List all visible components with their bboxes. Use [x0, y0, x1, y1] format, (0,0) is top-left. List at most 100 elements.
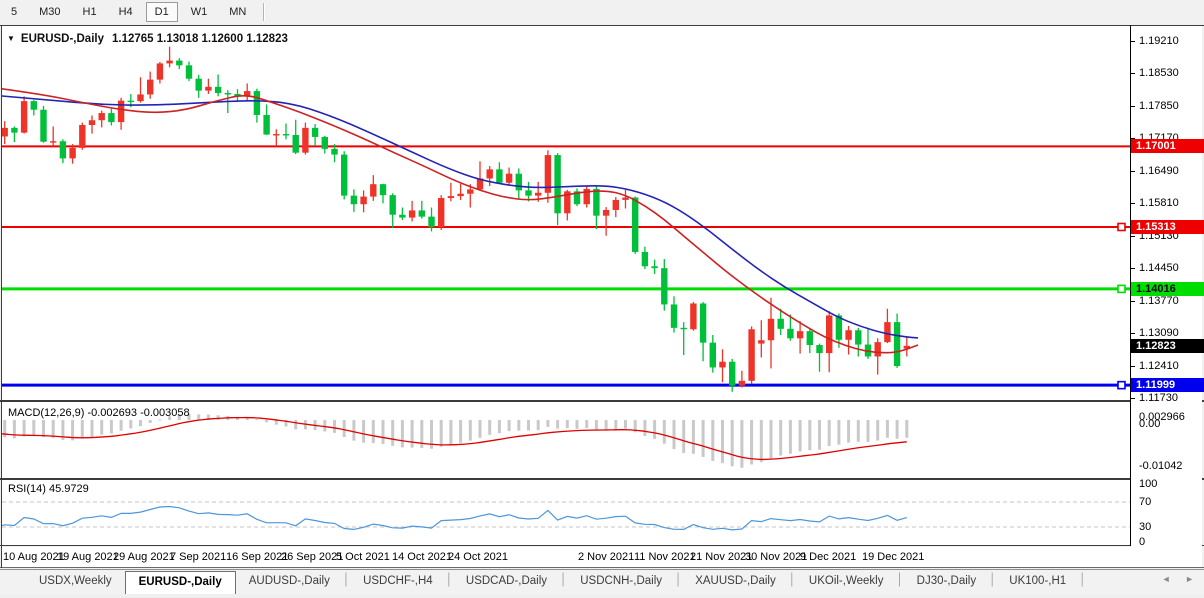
time-axis-label: 19 Aug 2021	[57, 551, 119, 563]
macd-histogram-bar	[711, 420, 714, 461]
tab-scroll-arrows: ◄ ►	[1150, 574, 1194, 584]
window-bottom-strip	[0, 594, 1204, 598]
candle-body	[487, 169, 493, 178]
macd-histogram-bar	[857, 420, 860, 442]
macd-histogram-bar	[323, 420, 326, 432]
candle-body	[467, 189, 473, 193]
timeframe-button-w1[interactable]: W1	[182, 2, 217, 22]
candle-body	[748, 329, 754, 381]
candle-body	[894, 322, 900, 366]
price-axis-tick	[1131, 268, 1135, 269]
candle-body	[312, 128, 318, 137]
tab-usdx-weekly[interactable]: USDX,Weekly	[26, 570, 125, 594]
macd-histogram-bar	[837, 420, 840, 445]
tab-uk100-h1[interactable]: UK100-,H1	[996, 570, 1079, 594]
price-axis-label: 1.18530	[1139, 67, 1179, 79]
tab-divider: │	[896, 570, 903, 594]
macd-histogram-bar	[740, 420, 743, 468]
candle-body	[419, 210, 425, 216]
rsi-canvas[interactable]	[2, 480, 1130, 545]
macd-histogram-bar	[100, 420, 103, 435]
tab-usdchf-h4[interactable]: USDCHF-,H4	[350, 570, 446, 594]
candle-body	[875, 342, 881, 356]
main-chart-canvas[interactable]	[2, 26, 1130, 400]
candle-body	[535, 193, 541, 196]
tab-usdcad-daily[interactable]: USDCAD-,Daily	[453, 570, 560, 594]
macd-histogram-bar	[23, 420, 26, 437]
level-line-handle[interactable]	[1118, 285, 1125, 292]
chart-title: ▼EURUSD-,Daily1.12765 1.13018 1.12600 1.…	[7, 33, 288, 45]
tabs-scroll-left-icon[interactable]: ◄	[1162, 574, 1171, 584]
tab-xauusd-daily[interactable]: XAUUSD-,Daily	[682, 570, 789, 594]
candle-body	[651, 266, 657, 268]
tab-divider: │	[989, 570, 996, 594]
macd-histogram-bar	[546, 420, 549, 427]
timeframe-button-h4[interactable]: H4	[110, 2, 142, 22]
candle-body	[797, 331, 803, 338]
macd-histogram-bar	[595, 420, 598, 429]
macd-histogram-bar	[808, 420, 811, 450]
level-line-handle[interactable]	[1118, 223, 1125, 230]
macd-histogram-bar	[905, 420, 908, 438]
macd-histogram-bar	[129, 420, 132, 428]
macd-histogram-bar	[343, 420, 346, 437]
candle-body	[176, 61, 182, 66]
macd-histogram-bar	[779, 420, 782, 456]
level-line-handle[interactable]	[1118, 382, 1125, 389]
macd-histogram-bar	[876, 420, 879, 441]
candle-body	[438, 198, 444, 227]
timeframe-button-5[interactable]: 5	[2, 2, 26, 22]
candle-body	[40, 110, 46, 142]
macd-histogram-bar	[13, 420, 16, 438]
candle-body	[60, 141, 66, 158]
mt4-window: 5M30H1H4D1W1MN ▼EURUSD-,Daily1.12765 1.1…	[0, 0, 1204, 598]
time-axis-label: 7 Sep 2021	[170, 551, 226, 563]
candle-body	[525, 190, 531, 195]
candle-body	[79, 125, 85, 148]
macd-histogram-bar	[401, 420, 404, 447]
price-tag-1.12823: 1.12823	[1131, 339, 1204, 353]
macd-histogram-bar	[789, 420, 792, 454]
time-axis-label: 26 Sep 2021	[281, 551, 343, 563]
chart-collapse-icon[interactable]: ▼	[7, 34, 15, 43]
macd-histogram-bar	[527, 420, 530, 431]
candle-body	[768, 319, 774, 340]
candle-body	[273, 134, 279, 135]
macd-histogram-bar	[382, 420, 385, 444]
time-axis-label: 10 Aug 2021	[3, 551, 65, 563]
timeframe-button-d1[interactable]: D1	[146, 2, 178, 22]
macd-histogram-bar	[847, 420, 850, 443]
toolbar-separator	[263, 3, 265, 21]
tab-divider: │	[675, 570, 682, 594]
tab-divider: │	[343, 570, 350, 594]
price-axis-label: 1.13090	[1139, 327, 1179, 339]
timeframe-buttons: 5M30H1H4D1W1MN	[0, 2, 257, 22]
tab-dj30-daily[interactable]: DJ30-,Daily	[904, 570, 989, 594]
tab-eurusd-daily[interactable]: EURUSD-,Daily	[125, 571, 236, 594]
macd-histogram-bar	[556, 420, 559, 429]
candle-body	[457, 194, 463, 196]
price-axis-label: 1.11730	[1139, 392, 1178, 404]
candle-body	[448, 196, 454, 198]
macd-histogram-bar	[799, 420, 802, 451]
tabs-scroll-right-icon[interactable]: ►	[1185, 574, 1194, 584]
tab-audusd-daily[interactable]: AUDUSD-,Daily	[236, 570, 343, 594]
candle-body	[739, 381, 745, 386]
indicator-axis-label: 0.00	[1139, 418, 1160, 430]
macd-histogram-bar	[721, 420, 724, 463]
macd-histogram-bar	[333, 420, 336, 433]
candle-body	[108, 113, 114, 122]
timeframe-button-m30[interactable]: M30	[30, 2, 69, 22]
candle-body	[816, 345, 822, 353]
timeframe-button-h1[interactable]: H1	[74, 2, 106, 22]
tab-ukoil-weekly[interactable]: UKOil-,Weekly	[796, 570, 897, 594]
price-axis-label: 1.16490	[1139, 165, 1179, 177]
timeframe-button-mn[interactable]: MN	[220, 2, 255, 22]
tab-usdcnh-daily[interactable]: USDCNH-,Daily	[567, 570, 675, 594]
candle-body	[681, 328, 687, 329]
indicator-axis-label: 70	[1139, 496, 1151, 508]
candle-body	[205, 87, 211, 91]
candle-body	[331, 149, 337, 155]
candle-body	[186, 65, 192, 78]
macd-histogram-bar	[255, 419, 258, 420]
